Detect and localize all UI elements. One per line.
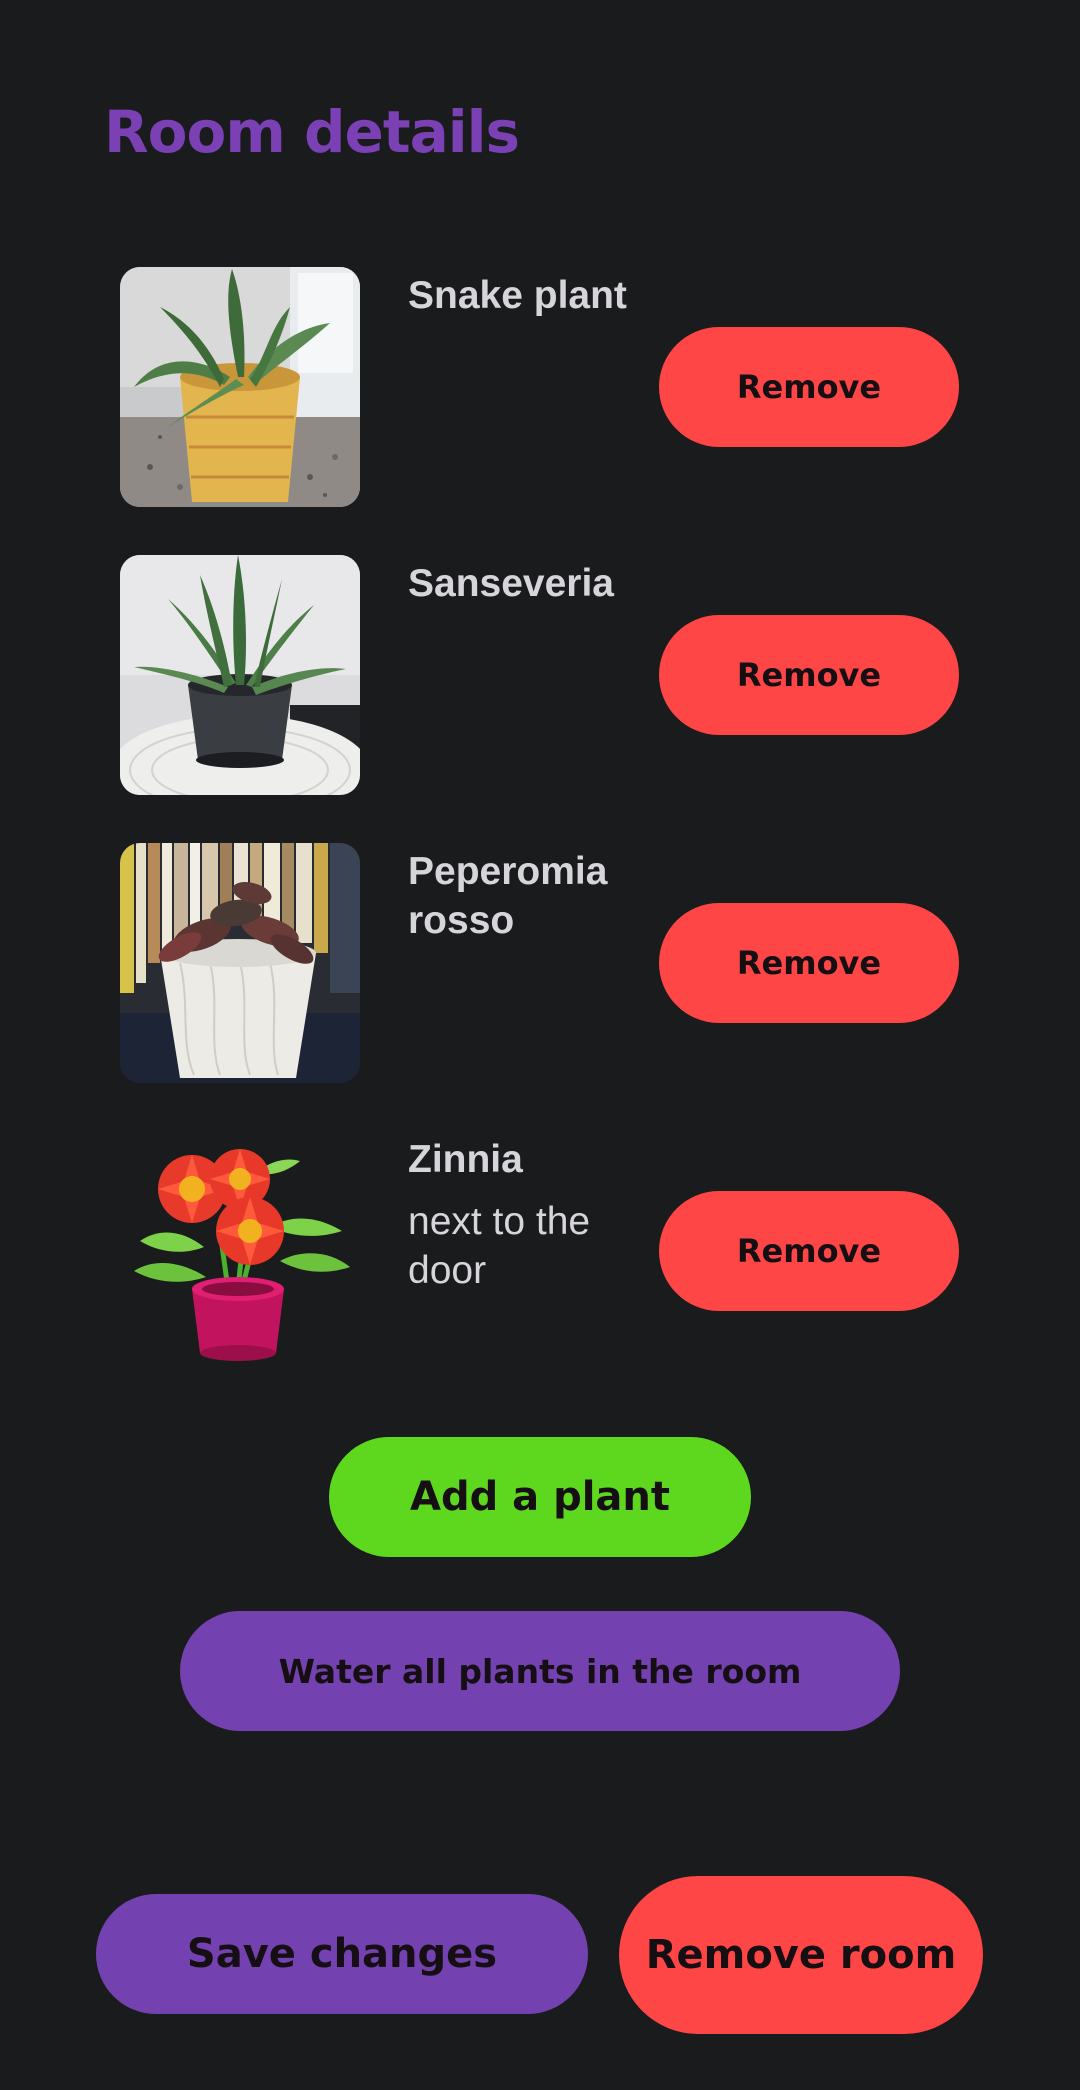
remove-room-button[interactable]: Remove room [619, 1876, 983, 2034]
remove-plant-button[interactable]: Remove [659, 1191, 959, 1311]
page-title: Room details [104, 98, 520, 166]
plant-row-zinnia: Zinnia next to the door Remove [0, 1131, 1080, 1371]
peperomia-photo [120, 843, 360, 1083]
plant-name: Zinnia [408, 1138, 523, 1181]
plant-row-peperomia: Peperomia rosso Remove [0, 843, 1080, 1083]
zinnia-illustration [120, 1131, 360, 1371]
snake-plant-photo [120, 267, 360, 507]
remove-plant-button[interactable]: Remove [659, 903, 959, 1023]
add-plant-button[interactable]: Add a plant [329, 1437, 751, 1557]
save-changes-button[interactable]: Save changes [96, 1894, 588, 2014]
plant-name: Peperomia rosso [408, 850, 608, 942]
plant-row-snake-plant: Snake plant Remove [0, 267, 1080, 507]
remove-plant-button[interactable]: Remove [659, 615, 959, 735]
sanseveria-photo [120, 555, 360, 795]
plant-name: Snake plant [408, 274, 627, 317]
plant-name: Sanseveria [408, 562, 614, 605]
plant-note: next to the door [408, 1200, 591, 1292]
water-all-plants-button[interactable]: Water all plants in the room [180, 1611, 900, 1731]
plant-row-sanseveria: Sanseveria Remove [0, 555, 1080, 795]
remove-plant-button[interactable]: Remove [659, 327, 959, 447]
